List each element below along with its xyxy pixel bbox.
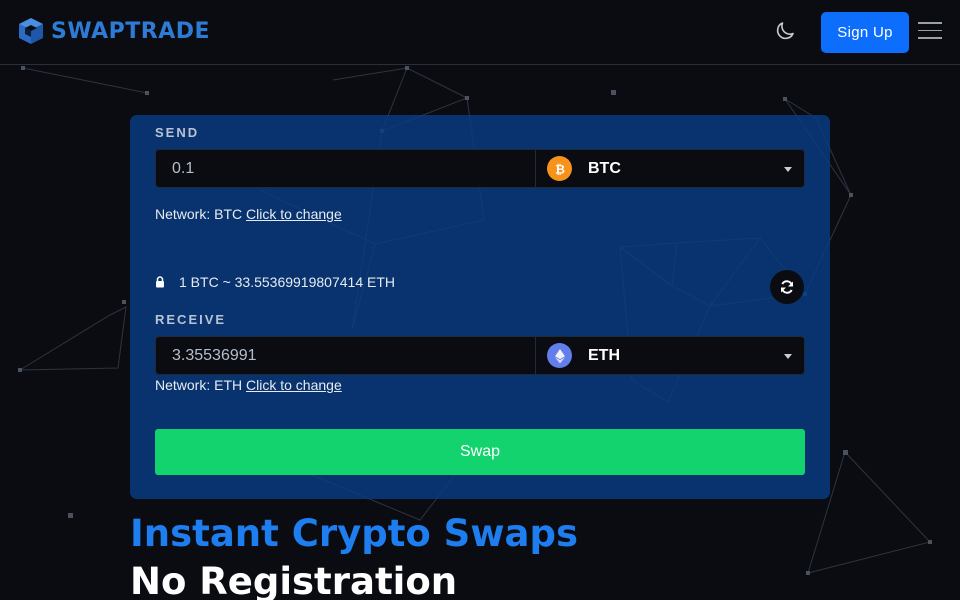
ethereum-icon [547,343,572,368]
receive-network-info: Network: ETH Click to change [155,377,342,393]
bitcoin-icon: ₿ [547,156,572,181]
hamburger-menu-icon[interactable] [918,22,942,42]
receive-label: RECEIVE [155,312,227,327]
hero-title: Instant Crypto Swaps [130,512,578,555]
send-network-change-link[interactable]: Click to change [246,206,342,222]
exchange-rate-text: 1 BTC ~ 33.55369919807414 ETH [179,274,395,290]
receive-coin-select[interactable]: ETH [535,336,805,375]
cube-logo-icon [19,18,43,44]
send-coin-select[interactable]: ₿ BTC [535,149,805,188]
lock-icon [156,276,164,288]
chevron-down-icon [784,167,792,172]
receive-network-text: Network: ETH [155,377,243,393]
receive-network-change-link[interactable]: Click to change [246,377,342,393]
send-coin-name: BTC [588,159,621,177]
swap-button[interactable]: Swap [155,429,805,475]
send-network-info: Network: BTC Click to change [155,206,342,222]
svg-text:₿: ₿ [555,162,565,176]
brand-name: SWAPTRADE [51,18,211,44]
brand-logo[interactable]: SWAPTRADE [16,16,210,46]
send-network-text: Network: BTC [155,206,243,222]
send-amount-input[interactable] [155,149,535,188]
hero-subtitle: No Registration [130,560,458,600]
refresh-rate-button[interactable] [770,270,804,304]
receive-amount-input[interactable] [155,336,535,375]
receive-coin-name: ETH [588,346,620,364]
swap-card: SEND ₿ BTC Network: BTC Click to change … [130,115,830,499]
send-label: SEND [155,125,200,140]
refresh-icon [781,280,793,294]
sign-up-button[interactable]: Sign Up [821,12,909,53]
top-navbar: SWAPTRADE Sign Up [0,0,960,65]
exchange-rate: 1 BTC ~ 33.55369919807414 ETH [155,274,395,290]
chevron-down-icon [784,354,792,359]
moon-icon[interactable] [773,19,797,43]
